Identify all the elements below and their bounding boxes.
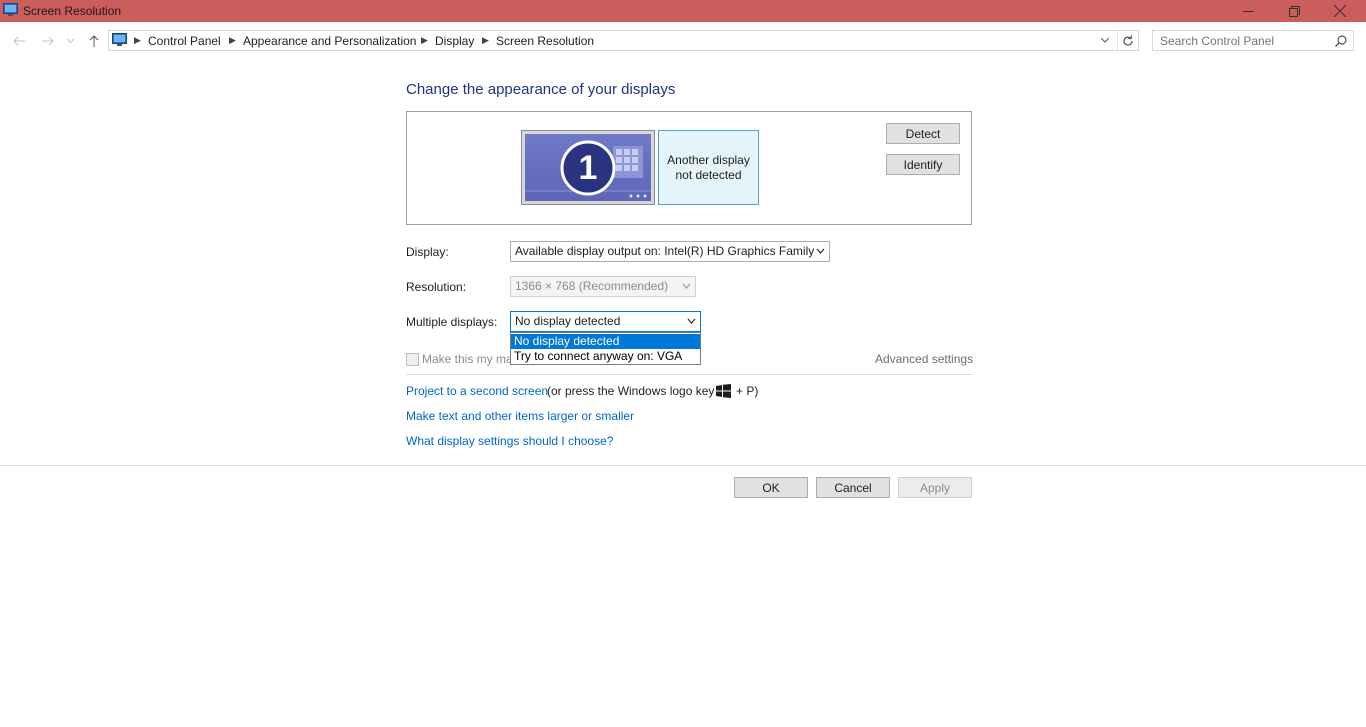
control-panel-icon [3,3,18,16]
breadcrumb-separator: ▶ [421,35,428,45]
dropdown-option-selected[interactable]: No display detected [511,334,700,349]
control-panel-icon [112,33,127,46]
dropdown-option[interactable]: Try to connect anyway on: VGA [511,349,700,364]
up-arrow-icon [89,35,99,47]
chevron-down-icon [682,283,691,289]
footer-divider [0,465,1366,466]
main-display-checkbox-label: Make this my ma [422,352,513,366]
monitor-1-screen: 1 [525,134,651,201]
grid-icon [613,146,643,178]
text-size-link[interactable]: Make text and other items larger or smal… [406,409,634,423]
up-button[interactable] [83,31,105,51]
identify-button[interactable]: Identify [886,154,960,175]
page-title: Change the appearance of your displays [406,81,676,98]
breadcrumb-display[interactable]: Display [435,34,474,48]
resolution-select[interactable]: 1366 × 768 (Recommended) [510,276,696,297]
monitor-2-tile[interactable]: Another display not detected [658,130,759,205]
forward-arrow-icon [42,36,54,46]
apply-button[interactable]: Apply [898,477,972,498]
close-icon [1334,5,1346,17]
breadcrumb-separator: ▶ [482,35,489,45]
project-second-screen-link[interactable]: Project to a second screen [406,384,548,398]
breadcrumb-control-panel[interactable]: Control Panel [148,34,221,48]
breadcrumb-separator: ▶ [229,35,236,45]
breadcrumb-screen-resolution[interactable]: Screen Resolution [496,34,594,48]
cancel-button[interactable]: Cancel [816,477,890,498]
monitor-1-tile[interactable]: 1 [521,130,655,205]
recent-locations-button[interactable] [60,31,80,51]
search-input[interactable] [1160,34,1330,48]
monitor-1-number: 1 [578,149,598,187]
maximize-icon [1288,5,1300,17]
detect-button[interactable]: Detect [886,123,960,144]
resolution-label: Resolution: [406,280,467,294]
display-settings-help-link[interactable]: What display settings should I choose? [406,434,613,448]
display-select-value: Available display output on: Intel(R) HD… [515,244,815,258]
main-display-checkbox[interactable] [406,353,419,366]
forward-button[interactable] [37,31,59,51]
minimize-icon [1242,10,1254,12]
chevron-down-icon [1101,38,1109,43]
taskbar-dots-icon [629,194,647,198]
breadcrumb-appearance[interactable]: Appearance and Personalization [243,34,416,48]
chevron-down-icon [687,318,696,324]
refresh-button[interactable] [1117,31,1138,50]
window-title: Screen Resolution [23,4,122,18]
minimize-button[interactable] [1225,0,1271,22]
multiple-displays-select-value: No display detected [515,314,621,328]
refresh-icon [1123,34,1133,46]
multiple-displays-dropdown-list: No display detected Try to connect anywa… [510,332,701,365]
breadcrumb-separator: ▶ [134,35,141,45]
project-shortcut-text: (or press the Windows logo key [547,384,715,398]
resolution-select-value: 1366 × 768 (Recommended) [515,279,669,293]
chevron-down-icon [816,248,825,254]
close-button[interactable] [1317,0,1363,22]
display-select[interactable]: Available display output on: Intel(R) HD… [510,241,830,262]
advanced-settings-link[interactable]: Advanced settings [875,352,973,366]
project-shortcut-key: + P) [736,384,759,398]
windows-logo-icon [716,384,731,398]
divider [406,374,972,375]
back-arrow-icon [13,36,25,46]
multiple-displays-label: Multiple displays: [406,315,498,329]
multiple-displays-select[interactable]: No display detected [510,311,701,332]
ok-button[interactable]: OK [734,477,808,498]
title-bar [0,0,1366,22]
chevron-down-icon [66,39,74,43]
display-label: Display: [406,245,449,259]
back-button[interactable] [8,31,30,51]
restore-button[interactable] [1271,0,1317,22]
search-box[interactable] [1152,30,1354,51]
monitor-2-label: Another display not detected [667,152,750,182]
search-icon[interactable] [1335,35,1347,47]
address-history-button[interactable] [1097,31,1113,50]
